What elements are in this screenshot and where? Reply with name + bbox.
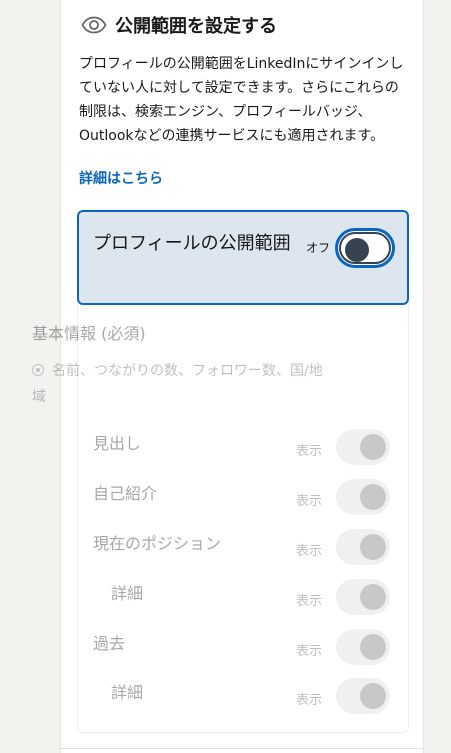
learn-more-link[interactable]: 詳細はこちら <box>79 168 163 188</box>
row-show-label: 表示 <box>296 644 323 659</box>
toggle-knob <box>360 484 386 510</box>
description-text: プロフィールの公開範囲をLinkedInにサインインしていない人に対して設定でき… <box>79 56 404 144</box>
basic-info-item: 名前、つながりの数、フォロワー数、国/地域 <box>32 358 332 410</box>
row-show-label: 表示 <box>296 444 323 459</box>
basic-info-title: 基本情報 (必須) <box>32 324 146 343</box>
current-details-toggle[interactable] <box>336 579 390 615</box>
headline-toggle[interactable] <box>336 429 390 465</box>
row-label-past: 過去 <box>93 634 126 653</box>
row-label-current-position: 現在のポジション <box>93 534 222 553</box>
eye-icon <box>81 16 107 34</box>
basic-info-text: 名前、つながりの数、フォロワー数、国/地域 <box>32 363 323 405</box>
profile-visibility-toggle[interactable] <box>335 228 395 268</box>
row-label-headline: 見出し <box>93 434 142 453</box>
toggle-knob <box>360 434 386 460</box>
row-show-label: 表示 <box>296 494 323 509</box>
radio-icon <box>32 364 44 376</box>
toggle-knob <box>360 634 386 660</box>
row-label-current-details: 詳細 <box>111 584 144 603</box>
past-details-toggle[interactable] <box>336 678 390 714</box>
row-label-past-details: 詳細 <box>111 683 144 702</box>
toggle-track <box>339 232 391 264</box>
row-show-label: 表示 <box>296 544 323 559</box>
page-title: 公開範囲を設定する <box>115 16 277 37</box>
section-header: 公開範囲を設定する <box>81 12 277 38</box>
divider <box>60 748 424 749</box>
current-position-toggle[interactable] <box>336 529 390 565</box>
toggle-state-label: オフ <box>306 241 331 255</box>
past-toggle[interactable] <box>336 629 390 665</box>
toggle-knob <box>360 683 386 709</box>
profile-visibility-box: プロフィールの公開範囲 オフ <box>77 210 409 305</box>
about-toggle[interactable] <box>336 479 390 515</box>
row-show-label: 表示 <box>296 693 323 708</box>
toggle-knob <box>360 534 386 560</box>
row-label-about: 自己紹介 <box>93 484 158 503</box>
toggle-knob <box>360 584 386 610</box>
toggle-knob <box>345 238 369 262</box>
profile-visibility-label: プロフィールの公開範囲 <box>93 233 291 254</box>
row-show-label: 表示 <box>296 594 323 609</box>
